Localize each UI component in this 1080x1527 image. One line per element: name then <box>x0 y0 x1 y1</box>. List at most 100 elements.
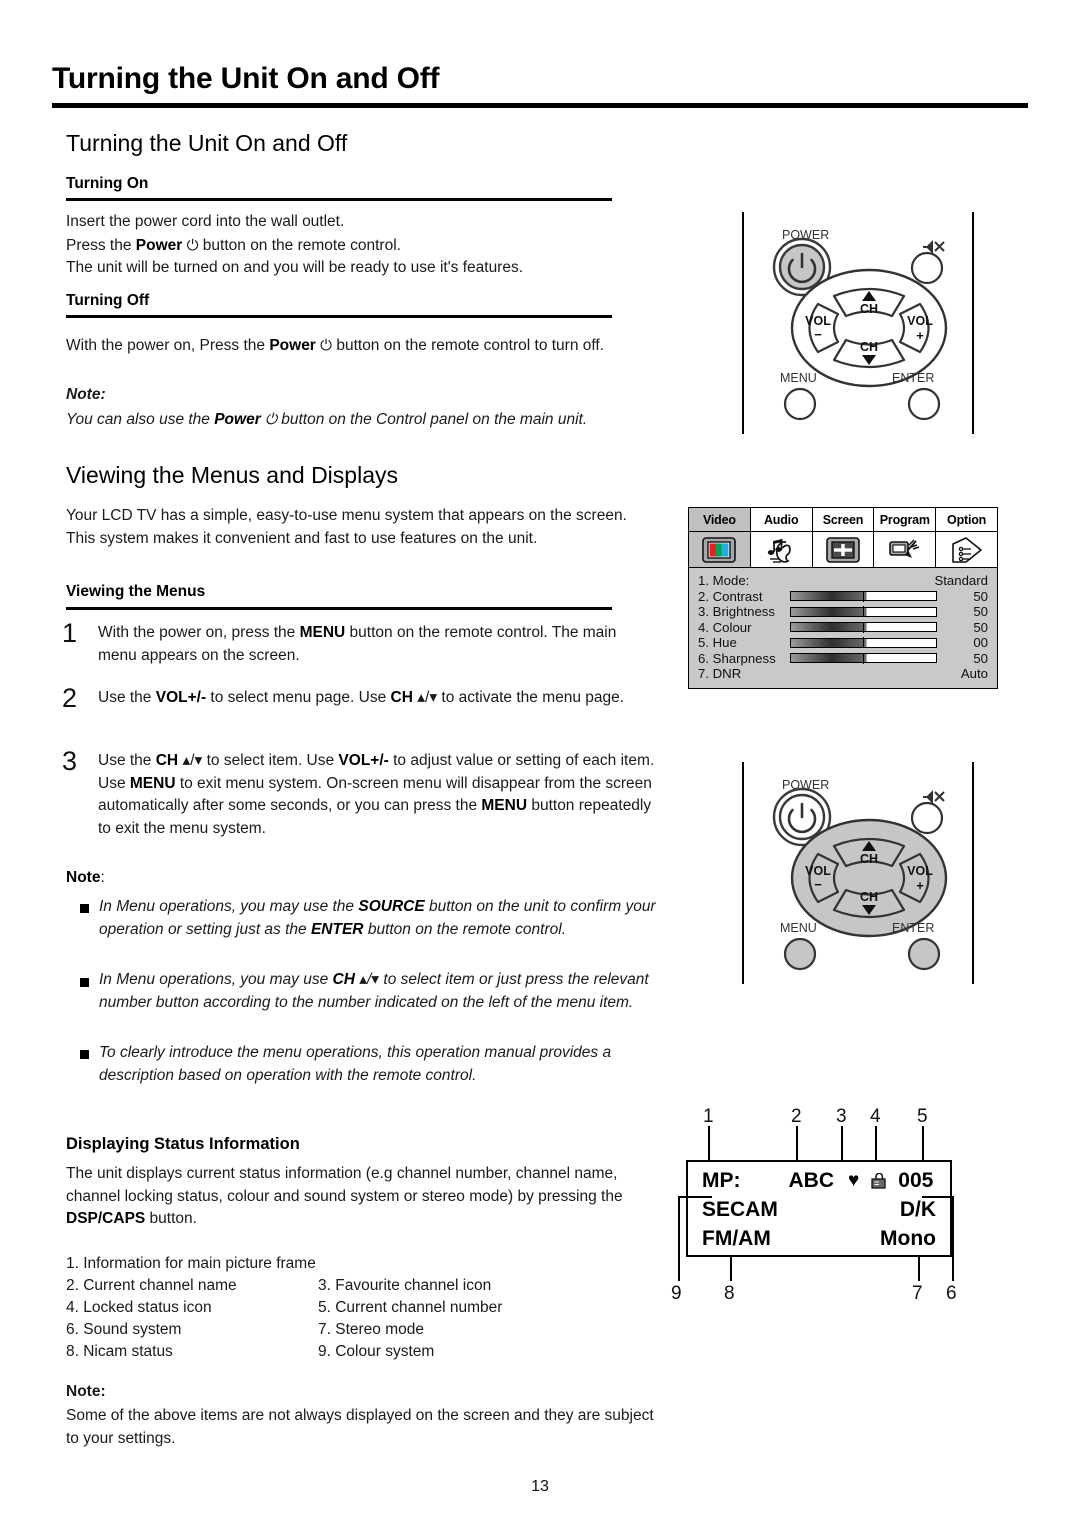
turning-on-line-2: Press the Power ⏻ button on the remote c… <box>66 236 401 254</box>
note-3-label: Note: <box>66 1383 106 1400</box>
leader-3 <box>841 1126 843 1162</box>
ch-up-arrow-icon: ▴ <box>182 752 191 769</box>
legend-item-4: 4. Locked status icon <box>66 1299 212 1316</box>
status-display-box: MP: ABC ♥ 005 SECAM D/K FM/AM Mono <box>686 1160 952 1257</box>
section1-heading: Turning the Unit On and Off <box>66 130 348 156</box>
lock-icon <box>871 1172 888 1189</box>
callout-3: 3 <box>836 1106 847 1127</box>
note-2-label: Note: <box>66 869 105 886</box>
remote-control-diagram-bottom: POWER CH CH VOL − VOL + MENU ENTER <box>742 762 974 984</box>
power-symbol-icon: ⏻ <box>265 410 277 428</box>
osd-slider[interactable] <box>790 621 937 633</box>
leader-7 <box>918 1257 920 1281</box>
osd-tab-screen[interactable]: Screen <box>812 508 875 532</box>
osd-row-brightness[interactable]: 3. Brightness 50 <box>698 604 988 620</box>
note-2-item-2: In Menu operations, you may use CH ▴/▾ t… <box>99 971 649 1011</box>
ch-down-arrow-icon: ▾ <box>371 971 380 988</box>
note-3-body: Some of the above items are not always d… <box>66 1407 654 1447</box>
osd-row-value: 50 <box>973 604 988 620</box>
manual-page: Turning the Unit On and Off Turning the … <box>0 0 1080 1527</box>
status-line-2: SECAM D/K <box>688 1195 950 1224</box>
leader-2 <box>796 1126 798 1162</box>
note-1-label: Note: <box>66 386 106 403</box>
legend-item-6: 6. Sound system <box>66 1321 182 1338</box>
step-3-number: 3 <box>62 746 78 776</box>
status-colour-system: SECAM <box>702 1197 778 1221</box>
section2-intro: Your LCD TV has a simple, easy-to-use me… <box>66 507 627 547</box>
svg-text:CH: CH <box>860 340 878 354</box>
music-ear-icon[interactable] <box>750 532 813 568</box>
leader-1 <box>708 1126 710 1162</box>
page-title: Turning the Unit On and Off <box>52 62 440 95</box>
turning-off-heading: Turning Off <box>66 292 150 309</box>
osd-row-hue[interactable]: 5. Hue 00 <box>698 635 988 651</box>
osd-row-label: 4. Colour <box>698 619 752 635</box>
screen-plus-icon[interactable] <box>812 532 875 568</box>
turning-on-line-1: Insert the power cord into the wall outl… <box>66 213 345 230</box>
legend-item-5: 5. Current channel number <box>318 1299 503 1316</box>
svg-text:CH: CH <box>860 302 878 316</box>
step-2-number: 2 <box>62 683 78 713</box>
step-2-text: Use the VOL+/- to select menu page. Use … <box>98 689 625 706</box>
osd-row-mode[interactable]: 1. Mode: Standard <box>698 573 988 589</box>
header-rule <box>52 103 1028 108</box>
svg-text:+: + <box>916 878 924 893</box>
svg-text:MENU: MENU <box>780 921 817 935</box>
section3-heading: Displaying Status Information <box>66 1135 300 1153</box>
osd-tab-video[interactable]: Video <box>689 508 751 532</box>
turning-off-rule <box>66 315 612 318</box>
osd-tab-option[interactable]: Option <box>936 508 997 532</box>
callout-5: 5 <box>917 1106 928 1127</box>
osd-slider[interactable] <box>790 590 937 602</box>
osd-tab-audio[interactable]: Audio <box>750 508 813 532</box>
osd-row-colour[interactable]: 4. Colour 50 <box>698 620 988 636</box>
callout-7: 7 <box>912 1283 923 1304</box>
viewing-menus-heading: Viewing the Menus <box>66 583 206 600</box>
antenna-icon[interactable] <box>874 532 937 568</box>
mute-icon <box>923 790 945 804</box>
osd-row-value: 50 <box>973 650 988 666</box>
note-bullet <box>80 1050 89 1059</box>
viewing-menus-rule <box>66 607 612 610</box>
options-list-icon[interactable] <box>936 532 997 568</box>
step-3-text: Use the CH ▴/▾ to select item. Use VOL+/… <box>98 752 655 837</box>
osd-row-label: 3. Brightness <box>698 604 775 620</box>
osd-slider[interactable] <box>790 652 937 664</box>
legend-item-2: 2. Current channel name <box>66 1277 237 1294</box>
note-2-item-1: In Menu operations, you may use the SOUR… <box>99 898 656 938</box>
osd-row-dnr[interactable]: 7. DNR Auto <box>698 666 988 682</box>
note-2-item-3: To clearly introduce the menu operations… <box>99 1044 612 1084</box>
turning-on-heading: Turning On <box>66 175 149 192</box>
callout-4: 4 <box>870 1106 881 1127</box>
note-1-body: You can also use the Power ⏻ button on t… <box>66 410 588 428</box>
status-sound-system: D/K <box>899 1197 936 1221</box>
leader-9-h <box>678 1196 712 1198</box>
osd-tab-program[interactable]: Program <box>874 508 937 532</box>
osd-tab-bar: Video Audio Screen Program Option <box>689 508 997 532</box>
ch-up-arrow-icon: ▴ <box>359 971 367 988</box>
callout-9: 9 <box>671 1283 682 1304</box>
osd-row-value: 00 <box>973 635 988 651</box>
leader-9-v <box>678 1196 680 1281</box>
leader-6-h <box>922 1196 954 1198</box>
status-line-3: FM/AM Mono <box>688 1224 950 1253</box>
osd-row-contrast[interactable]: 2. Contrast 50 <box>698 589 988 605</box>
svg-text:CH: CH <box>860 890 878 904</box>
osd-slider[interactable] <box>790 606 937 618</box>
page-number: 13 <box>531 1478 549 1495</box>
section3-body: The unit displays current status informa… <box>66 1165 623 1227</box>
callout-1: 1 <box>703 1106 714 1127</box>
note-bullet <box>80 904 89 913</box>
osd-slider[interactable] <box>790 637 937 649</box>
leader-6-v <box>952 1196 954 1281</box>
section2-heading: Viewing the Menus and Displays <box>66 462 398 488</box>
colour-bars-icon[interactable] <box>689 532 751 568</box>
svg-text:CH: CH <box>860 852 878 866</box>
legend-item-3: 3. Favourite channel icon <box>318 1277 492 1294</box>
svg-text:VOL: VOL <box>907 864 933 878</box>
osd-row-label: 1. Mode: <box>698 573 750 589</box>
osd-row-sharpness[interactable]: 6. Sharpness 50 <box>698 651 988 667</box>
ch-up-arrow-icon: ▴ <box>417 689 425 706</box>
step-1-number: 1 <box>62 618 78 648</box>
status-nicam: FM/AM <box>702 1226 771 1250</box>
